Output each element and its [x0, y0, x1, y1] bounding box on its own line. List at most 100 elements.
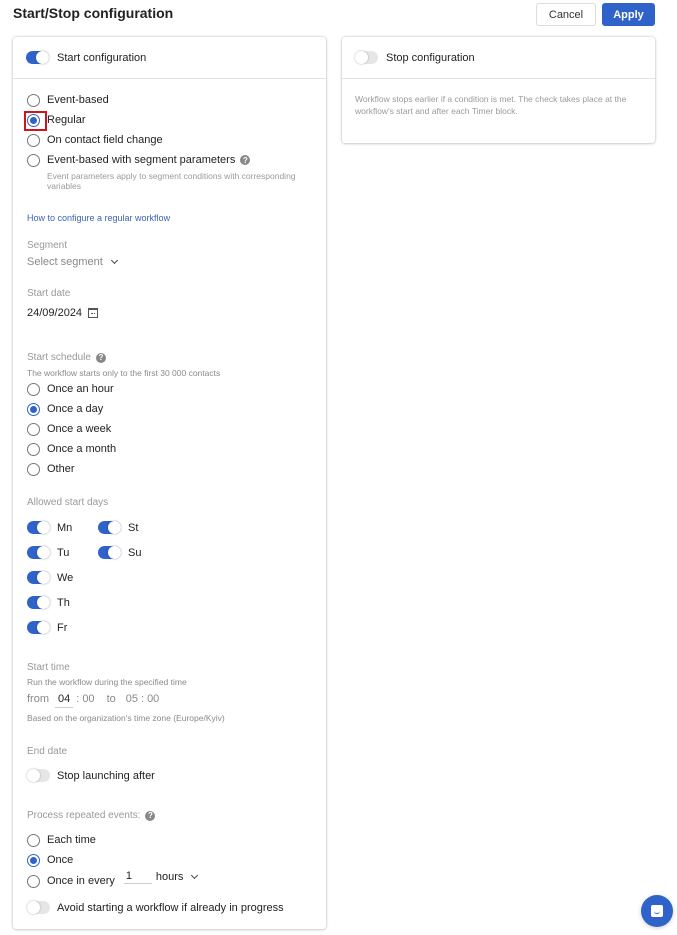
day-switch[interactable] — [27, 571, 50, 584]
schedule-option-hour[interactable]: Once an hour — [27, 382, 114, 396]
schedule-option-month[interactable]: Once a month — [27, 442, 116, 456]
start-schedule-label: Start schedule — [27, 352, 91, 363]
radio-once[interactable] — [27, 853, 40, 867]
radio-label: Once — [47, 854, 74, 866]
trigger-option-contact-field-change[interactable]: On contact field change — [27, 133, 163, 147]
schedule-option-day[interactable]: Once a day — [27, 402, 103, 416]
segment-params-note: Event parameters apply to segment condit… — [47, 171, 296, 191]
help-icon[interactable]: ? — [95, 352, 106, 363]
day-label: Tu — [57, 546, 70, 559]
to-hour-input[interactable]: 05 — [126, 693, 138, 705]
radio-label: Event-based with segment parameters — [47, 154, 236, 166]
repeat-option-each-time[interactable]: Each time — [27, 833, 96, 847]
day-toggle-tu[interactable]: Tu — [27, 546, 69, 559]
page-title: Start/Stop configuration — [13, 5, 174, 21]
interval-unit-select[interactable]: hours — [155, 871, 199, 883]
trigger-option-event-segment-params[interactable]: Event-based with segment parameters ? — [27, 153, 251, 167]
to-minute-input[interactable]: 00 — [147, 693, 159, 705]
to-label: to — [106, 693, 116, 705]
from-hour-input[interactable]: 04 — [55, 693, 74, 708]
radio-other[interactable] — [27, 462, 40, 476]
cancel-button[interactable]: Cancel — [536, 3, 596, 26]
radio-label: Other — [47, 463, 75, 475]
radio-once-a-day[interactable] — [27, 402, 40, 416]
avoid-restart-toggle[interactable] — [27, 901, 50, 914]
day-switch[interactable] — [27, 521, 50, 534]
apply-button[interactable]: Apply — [602, 3, 655, 26]
trigger-option-event-based[interactable]: Event-based — [27, 93, 109, 107]
end-date-label: End date — [27, 746, 68, 757]
radio-label: Once in every — [47, 875, 115, 887]
day-toggle-mn[interactable]: Mn — [27, 521, 72, 534]
radio-label: Event-based — [47, 94, 109, 106]
day-toggle-fr[interactable]: Fr — [27, 621, 67, 634]
avoid-restart-row[interactable]: Avoid starting a workflow if already in … — [27, 901, 284, 914]
day-switch[interactable] — [27, 546, 50, 559]
from-label: from — [27, 693, 49, 705]
avoid-restart-label: Avoid starting a workflow if already in … — [57, 901, 284, 914]
stop-configuration-description: Workflow stops earlier if a condition is… — [355, 94, 627, 116]
calendar-icon[interactable] — [88, 308, 99, 318]
repeat-option-once-in-every[interactable]: Once in every 1 hours — [27, 870, 199, 888]
stop-configuration-label: Stop configuration — [386, 51, 475, 64]
radio-once-in-every[interactable] — [27, 874, 40, 888]
start-configuration-card: Start configuration Event-based Regular … — [13, 37, 326, 929]
stop-configuration-toggle[interactable] — [355, 51, 378, 64]
stop-launching-after-row[interactable]: Stop launching after — [27, 769, 155, 782]
trigger-option-regular[interactable]: Regular — [24, 110, 86, 131]
day-toggle-we[interactable]: We — [27, 571, 73, 584]
segment-label: Segment — [27, 240, 68, 251]
start-configuration-label: Start configuration — [57, 51, 147, 64]
day-switch[interactable] — [98, 546, 121, 559]
radio-each-time[interactable] — [27, 833, 40, 847]
day-label: Mn — [57, 521, 73, 534]
radio-label: Once a month — [47, 443, 117, 455]
day-label: Fr — [57, 621, 68, 634]
day-toggle-su[interactable]: Su — [98, 546, 141, 559]
radio-event-based[interactable] — [27, 93, 40, 107]
start-date-label: Start date — [27, 288, 71, 299]
start-schedule-label-row: Start schedule ? — [27, 352, 106, 363]
segment-select[interactable]: Select segment — [27, 256, 118, 268]
start-date-field[interactable]: 24/09/2024 — [27, 307, 99, 319]
segment-placeholder: Select segment — [27, 256, 103, 268]
stop-launching-after-label: Stop launching after — [57, 769, 155, 782]
repeat-option-once[interactable]: Once — [27, 853, 73, 867]
chevron-down-icon — [110, 256, 118, 265]
help-icon[interactable]: ? — [240, 155, 251, 165]
stop-launching-after-toggle[interactable] — [27, 769, 50, 782]
help-icon[interactable]: ? — [145, 810, 156, 821]
schedule-option-other[interactable]: Other — [27, 462, 75, 476]
day-label: Th — [57, 596, 70, 609]
radio-once-a-week[interactable] — [27, 422, 40, 436]
chat-support-button[interactable] — [641, 895, 673, 927]
day-label: Su — [128, 546, 142, 559]
stop-configuration-header: Stop configuration — [342, 37, 655, 79]
day-toggle-st[interactable]: St — [98, 521, 138, 534]
timezone-note: Based on the organization's time zone (E… — [27, 713, 225, 723]
radio-label: Once a day — [47, 403, 104, 415]
radio-label: Each time — [47, 834, 96, 846]
allowed-days-label: Allowed start days — [27, 497, 109, 508]
interval-value-input[interactable]: 1 — [123, 870, 152, 884]
day-switch[interactable] — [98, 521, 121, 534]
radio-regular[interactable] — [24, 110, 47, 131]
day-switch[interactable] — [27, 596, 50, 609]
help-link-regular-workflow[interactable]: How to configure a regular workflow — [27, 213, 170, 223]
start-date-value: 24/09/2024 — [27, 307, 83, 319]
day-toggle-th[interactable]: Th — [27, 596, 70, 609]
schedule-option-week[interactable]: Once a week — [27, 422, 111, 436]
radio-once-an-hour[interactable] — [27, 382, 40, 396]
interval-unit-value: hours — [155, 871, 184, 883]
radio-label: Once a week — [47, 423, 112, 435]
radio-event-segment-params[interactable] — [27, 153, 40, 167]
start-configuration-toggle[interactable] — [26, 51, 49, 64]
radio-once-a-month[interactable] — [27, 442, 40, 456]
day-switch[interactable] — [27, 621, 50, 634]
chevron-down-icon — [191, 871, 199, 880]
time-separator: : — [141, 693, 145, 705]
from-minute-input[interactable]: 00 — [82, 693, 94, 705]
radio-contact-field-change[interactable] — [27, 133, 40, 147]
time-separator: : — [76, 693, 80, 705]
repeated-events-label-row: Process repeated events: ? — [27, 810, 156, 821]
